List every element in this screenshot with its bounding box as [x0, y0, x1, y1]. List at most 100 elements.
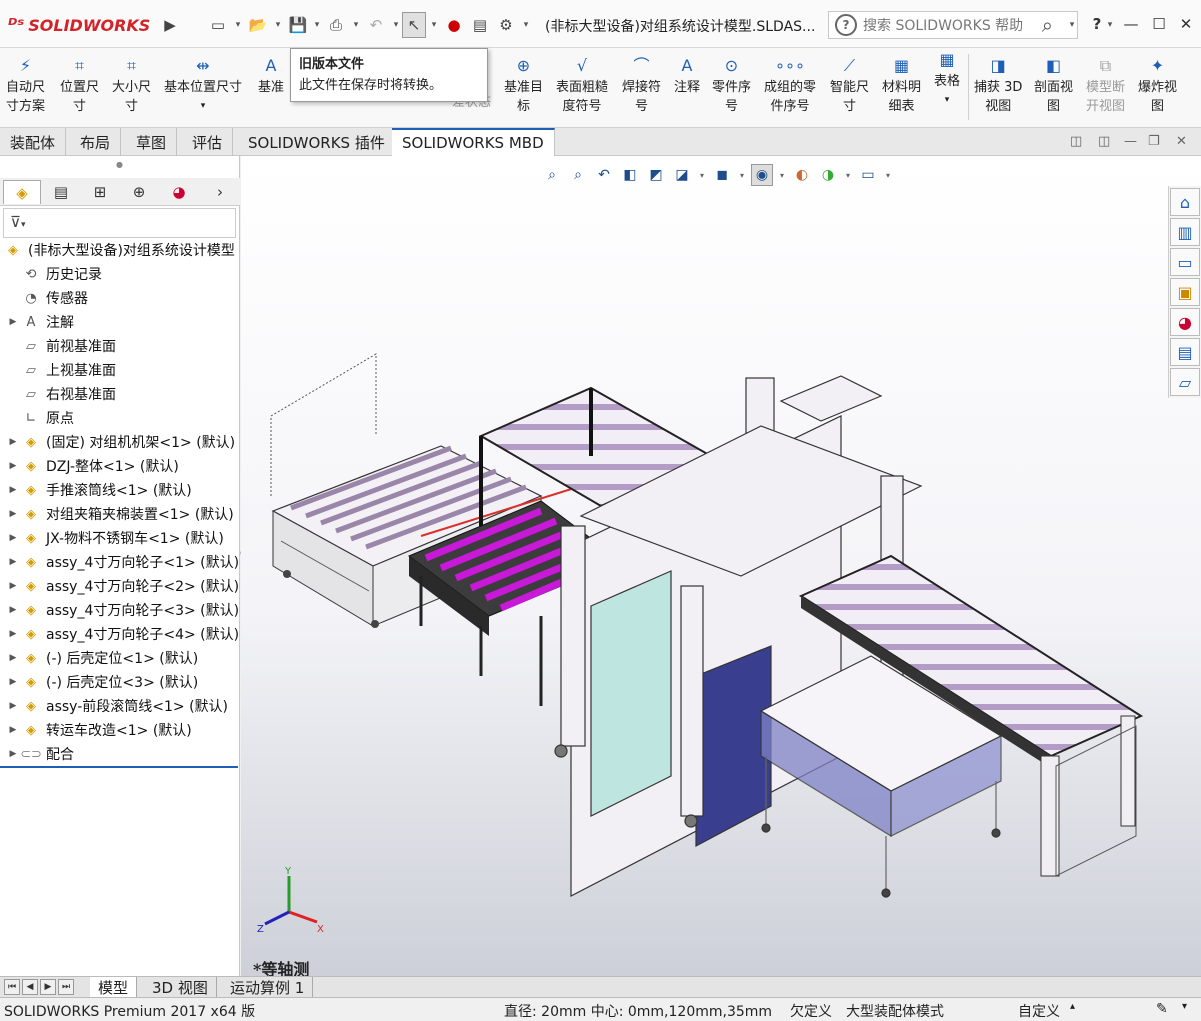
minimize-icon[interactable]: — — [1120, 12, 1142, 36]
rebuild-status-icon[interactable]: ✎ — [1156, 1001, 1168, 1017]
tree-root-assembly[interactable]: ◈ (非标大型设备)对组系统设计模型 — [0, 238, 240, 262]
file-properties-icon[interactable]: ▤ — [468, 12, 492, 38]
new-dropdown-icon[interactable]: ▾ — [232, 12, 244, 38]
tile-left-icon[interactable]: ◫ — [1070, 134, 1082, 149]
undo-dropdown-icon[interactable]: ▾ — [390, 12, 402, 38]
stacked-balloon-button[interactable]: ∘∘∘ 成组的零 件序号 — [764, 54, 816, 116]
tree-item[interactable]: ▱ 右视基准面 — [0, 382, 240, 406]
rollback-bar[interactable] — [0, 766, 238, 768]
view-palette-icon[interactable]: ▣ — [1170, 278, 1200, 306]
datum-target-button[interactable]: ⊕ 基准目标 — [504, 54, 543, 116]
exploded-view-button[interactable]: ✦ 爆炸视图 — [1138, 54, 1177, 116]
tree-item[interactable]: ▶ A 注解 — [0, 310, 240, 334]
save-icon[interactable]: 💾 — [286, 12, 310, 38]
section-view-button[interactable]: ◧ 剖面视图 — [1034, 54, 1073, 116]
display-manager-icon[interactable]: ◕ — [160, 180, 198, 204]
expand-arrow-icon[interactable]: ▶ — [4, 677, 22, 687]
tree-item[interactable]: ▶ ◈ assy_4寸万向轮子<4> (默认) — [0, 622, 240, 646]
panel-grip-icon[interactable]: ● — [116, 160, 123, 169]
status-dropdown-icon[interactable]: ▾ — [1182, 1001, 1187, 1012]
flyout-arrow-icon[interactable]: ▶ — [158, 12, 182, 38]
appearances-icon[interactable]: ◕ — [1170, 308, 1200, 336]
capture-3d-view-button[interactable]: ◨ 捕获 3D 视图 — [974, 54, 1022, 116]
surface-finish-button[interactable]: √ 表面粗糙 度符号 — [556, 54, 608, 116]
tree-item[interactable]: ▶ ◈ assy_4寸万向轮子<2> (默认) — [0, 574, 240, 598]
units-selector[interactable]: 自定义 — [1018, 1001, 1060, 1021]
open-dropdown-icon[interactable]: ▾ — [272, 12, 284, 38]
tree-item[interactable]: ▶ ◈ DZJ-整体<1> (默认) — [0, 454, 240, 478]
tree-item[interactable]: ⟲ 历史记录 — [0, 262, 240, 286]
tree-item[interactable]: ▶ ◈ assy-前段滚筒线<1> (默认) — [0, 694, 240, 718]
doc-minimize-icon[interactable]: — — [1124, 134, 1137, 149]
tree-item[interactable]: ▶ ◈ 转运车改造<1> (默认) — [0, 718, 240, 742]
expand-arrow-icon[interactable]: ▶ — [4, 509, 22, 519]
expand-arrow-icon[interactable]: ▶ — [4, 701, 22, 711]
table-button[interactable]: ▦ 表格 ▾ — [934, 48, 960, 110]
select-icon[interactable]: ↖ — [402, 12, 426, 38]
tree-item[interactable]: ▶ ◈ (固定) 对组机机架<1> (默认) — [0, 430, 240, 454]
tree-filter[interactable]: ⊽▾ — [3, 208, 236, 238]
tree-item[interactable]: ▱ 前视基准面 — [0, 334, 240, 358]
first-tab-icon[interactable]: ⏮ — [4, 979, 20, 995]
smart-dimension-button[interactable]: ⟋ 智能尺寸 — [830, 54, 869, 116]
solidworks-logo[interactable]: ᴰˢ SOLIDWORKS — [8, 10, 154, 40]
select-dropdown-icon[interactable]: ▾ — [428, 12, 440, 38]
close-icon[interactable]: ✕ — [1175, 12, 1197, 36]
file-explorer-icon[interactable]: ▭ — [1170, 248, 1200, 276]
configuration-manager-icon[interactable]: ⊞ — [81, 180, 119, 204]
tab-assembly[interactable]: 装配体 — [0, 128, 67, 156]
forum-icon[interactable]: ▱ — [1170, 368, 1200, 396]
expand-arrow-icon[interactable]: ▶ — [4, 533, 22, 543]
tree-item[interactable]: ▶ ◈ JX-物料不锈钢车<1> (默认) — [0, 526, 240, 550]
tab-3d-views[interactable]: 3D 视图 — [144, 977, 217, 998]
solidworks-resources-icon[interactable]: ⌂ — [1170, 188, 1200, 216]
tree-item[interactable]: ▶ ◈ assy_4寸万向轮子<1> (默认) — [0, 550, 240, 574]
panel-expand-icon[interactable]: › — [210, 180, 230, 204]
broken-view-button[interactable]: ⧉ 模型断 开视图 — [1086, 54, 1125, 116]
assembly-model[interactable]: Y X Z — [241, 156, 1201, 976]
tree-item[interactable]: ▶ ◈ 手推滚筒线<1> (默认) — [0, 478, 240, 502]
dimxpert-icon[interactable]: ⊕ — [120, 180, 158, 204]
bom-button[interactable]: ▦ 材料明 细表 — [882, 54, 921, 116]
options-dropdown-icon[interactable]: ▾ — [520, 12, 532, 38]
expand-arrow-icon[interactable]: ▶ — [4, 653, 22, 663]
tile-right-icon[interactable]: ◫ — [1098, 134, 1110, 149]
tab-addins[interactable]: SOLIDWORKS 插件 — [238, 128, 396, 156]
expand-arrow-icon[interactable]: ▶ — [4, 605, 22, 615]
last-tab-icon[interactable]: ⏭ — [58, 979, 74, 995]
tab-motion-study[interactable]: 运动算例 1 — [222, 977, 314, 998]
tab-model[interactable]: 模型 — [90, 977, 138, 998]
auto-dimension-scheme-button[interactable]: ⚡ 自动尺 寸方案 — [6, 54, 45, 116]
feature-manager-icon[interactable]: ◈ — [3, 180, 41, 204]
design-library-icon[interactable]: ▥ — [1170, 218, 1200, 246]
property-manager-icon[interactable]: ▤ — [42, 180, 80, 204]
tree-item[interactable]: ▶ ◈ (-) 后壳定位<3> (默认) — [0, 670, 240, 694]
options-icon[interactable]: ⚙ — [494, 12, 518, 38]
tree-item[interactable]: ◔ 传感器 — [0, 286, 240, 310]
doc-close-icon[interactable]: ✕ — [1176, 134, 1187, 149]
tree-item[interactable]: ▶ ◈ 对组夹箱夹棉装置<1> (默认) — [0, 502, 240, 526]
datum-button[interactable]: A 基准 — [258, 54, 284, 97]
expand-arrow-icon[interactable]: ▶ — [4, 725, 22, 735]
help-search-box[interactable]: ? 搜索 SOLIDWORKS 帮助 ⌕ — [828, 11, 1078, 39]
expand-arrow-icon[interactable]: ▶ — [4, 629, 22, 639]
tree-item[interactable]: ▶ ◈ assy_4寸万向轮子<3> (默认) — [0, 598, 240, 622]
search-dropdown-icon[interactable]: ▾ — [1066, 12, 1078, 38]
expand-arrow-icon[interactable]: ▶ — [4, 437, 22, 447]
tab-sketch[interactable]: 草图 — [126, 128, 178, 156]
balloon-button[interactable]: ⊙ 零件序号 — [712, 54, 751, 116]
tree-item[interactable]: ▱ 上视基准面 — [0, 358, 240, 382]
graphics-area[interactable]: ⌕ ⌕ ↶ ◧ ◩ ◪ ▾ ◼ ▾ ◉ ▾ ◐ ◑ ▾ ▭ ▾ Y X Z *等… — [241, 156, 1201, 976]
weld-symbol-button[interactable]: ⌒ 焊接符号 — [622, 54, 661, 116]
prev-tab-icon[interactable]: ◀ — [22, 979, 38, 995]
print-icon[interactable]: ⎙ — [324, 12, 348, 38]
tab-evaluate[interactable]: 评估 — [182, 128, 234, 156]
expand-arrow-icon[interactable]: ▶ — [4, 317, 22, 327]
next-tab-icon[interactable]: ▶ — [40, 979, 56, 995]
tab-mbd[interactable]: SOLIDWORKS MBD — [392, 128, 555, 156]
units-dropdown-icon[interactable]: ▴ — [1070, 1001, 1075, 1012]
basic-location-dimension-button[interactable]: ⇹ 基本位置尺寸 ▾ — [164, 54, 242, 116]
note-button[interactable]: A 注释 — [674, 54, 700, 97]
maximize-icon[interactable]: ☐ — [1148, 12, 1170, 36]
tree-item[interactable]: ▶ ⊂⊃ 配合 — [0, 742, 240, 766]
